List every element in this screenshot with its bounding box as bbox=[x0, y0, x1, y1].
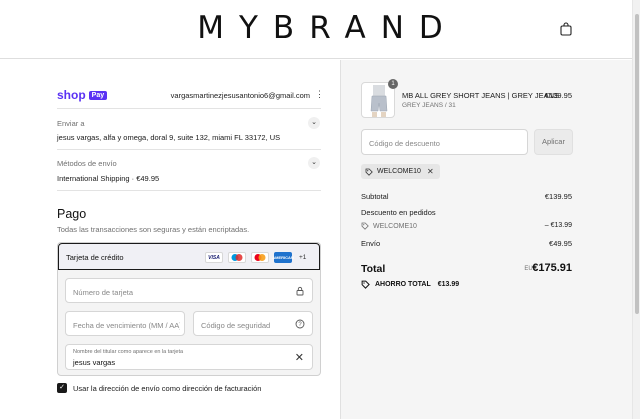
scrollbar-thumb[interactable] bbox=[635, 14, 639, 314]
product-variant: GREY JEANS / 31 bbox=[402, 102, 456, 109]
security-code-field[interactable]: Código de seguridad ? bbox=[193, 311, 313, 336]
more-card-logos: +1 bbox=[299, 254, 307, 261]
subtotal-value: €139.95 bbox=[544, 192, 572, 201]
shopping-bag-icon[interactable] bbox=[560, 22, 572, 36]
ship-to-label: Enviar a bbox=[57, 119, 85, 128]
cardholder-name-value: jesus vargas bbox=[73, 358, 116, 367]
tag-icon bbox=[361, 280, 370, 289]
subtotal-label: Subtotal bbox=[361, 192, 389, 201]
discount-code-input[interactable]: Código de descuento bbox=[361, 129, 528, 155]
shipping-method-label: Métodos de envío bbox=[57, 159, 117, 168]
clear-icon[interactable]: ✕ bbox=[295, 353, 304, 364]
chevron-down-icon[interactable]: ⌄ bbox=[308, 157, 320, 169]
tag-icon bbox=[365, 168, 373, 176]
discount-code-name: WELCOME10 bbox=[373, 222, 417, 230]
header: MYBRAND bbox=[0, 0, 640, 59]
savings-value: €13.99 bbox=[437, 281, 460, 288]
checkout-form: shop Pay vargasmartinezjesusantonio6@gma… bbox=[0, 60, 340, 419]
applied-discount-code: WELCOME10 bbox=[377, 168, 421, 175]
billing-same-as-shipping[interactable]: ✓ Usar la dirección de envío como direcc… bbox=[57, 383, 261, 393]
help-circle-icon[interactable]: ? bbox=[295, 319, 305, 329]
expiry-date-field[interactable]: Fecha de vencimiento (MM / AA) bbox=[65, 311, 185, 336]
order-discount-label: Descuento en pedidos bbox=[361, 208, 436, 217]
savings-label: AHORRO TOTAL bbox=[375, 281, 431, 288]
quantity-badge: 1 bbox=[388, 79, 398, 89]
divider bbox=[57, 149, 321, 150]
divider bbox=[57, 108, 321, 109]
applied-discount-tag: WELCOME10 ✕ bbox=[361, 164, 440, 179]
maestro-icon bbox=[228, 252, 246, 263]
shop-pay-logo[interactable]: shop Pay bbox=[57, 88, 108, 102]
expiry-placeholder: Fecha de vencimiento (MM / AA) bbox=[73, 321, 180, 330]
discount-code-placeholder: Código de descuento bbox=[369, 139, 440, 148]
shipping-value: €49.95 bbox=[549, 239, 572, 248]
scrollbar[interactable] bbox=[632, 0, 640, 419]
mastercard-icon bbox=[251, 252, 269, 263]
amex-icon: AMERICAN bbox=[272, 252, 294, 263]
shop-pay-badge: Pay bbox=[88, 90, 108, 100]
card-number-field[interactable]: Número de tarjeta bbox=[65, 278, 313, 303]
chevron-down-icon[interactable]: ⌄ bbox=[308, 117, 320, 129]
cardholder-name-label: Nombre del titular como aparece en la ta… bbox=[73, 349, 184, 355]
payment-title: Pago bbox=[57, 207, 87, 221]
card-logos: VISA AMERICAN +1 bbox=[205, 252, 306, 263]
divider bbox=[57, 190, 321, 191]
shipping-label: Envío bbox=[361, 239, 381, 248]
ship-to-address: jesus vargas, alfa y omega, doral 9, sui… bbox=[57, 133, 281, 142]
billing-checkbox-label: Usar la dirección de envío como direcció… bbox=[73, 383, 262, 393]
tag-icon bbox=[361, 222, 369, 230]
shipping-method-value: International Shipping · €49.95 bbox=[57, 174, 160, 183]
payment-subtitle: Todas las transacciones son seguras y es… bbox=[57, 225, 250, 234]
brand-logo[interactable]: MYBRAND bbox=[0, 10, 640, 46]
card-number-placeholder: Número de tarjeta bbox=[73, 288, 134, 297]
remove-discount-icon[interactable]: ✕ bbox=[427, 167, 434, 176]
discount-value: – €13.99 bbox=[544, 222, 572, 229]
lock-icon bbox=[296, 286, 304, 296]
apply-discount-button[interactable]: Aplicar bbox=[534, 129, 573, 155]
product-name: MB ALL GREY SHORT JEANS | GREY JEANS bbox=[402, 91, 560, 100]
billing-checkbox[interactable]: ✓ bbox=[57, 383, 67, 393]
account-email: vargasmartinezjesusantonio6@gmail.com bbox=[170, 91, 310, 100]
payment-method-credit-card[interactable]: Tarjeta de crédito VISA AMERICAN +1 bbox=[58, 243, 320, 270]
shop-pay-wordmark: shop bbox=[57, 88, 86, 102]
total-label: Total bbox=[361, 263, 386, 275]
discount-code-row: WELCOME10 bbox=[361, 222, 417, 230]
total-savings: AHORRO TOTAL €13.99 bbox=[361, 280, 459, 289]
security-code-placeholder: Código de seguridad bbox=[201, 321, 271, 330]
credit-card-panel: Tarjeta de crédito VISA AMERICAN +1 Núme… bbox=[57, 242, 321, 376]
total-value: €175.91 bbox=[532, 262, 572, 274]
order-summary: 1 MB ALL GREY SHORT JEANS | GREY JEANS G… bbox=[340, 60, 632, 419]
payment-method-label: Tarjeta de crédito bbox=[66, 253, 124, 262]
cardholder-name-field[interactable]: Nombre del titular como aparece en la ta… bbox=[65, 344, 313, 370]
product-price: €139.95 bbox=[544, 91, 572, 100]
visa-icon: VISA bbox=[205, 252, 223, 263]
kebab-icon[interactable]: ⋮ bbox=[315, 89, 324, 100]
